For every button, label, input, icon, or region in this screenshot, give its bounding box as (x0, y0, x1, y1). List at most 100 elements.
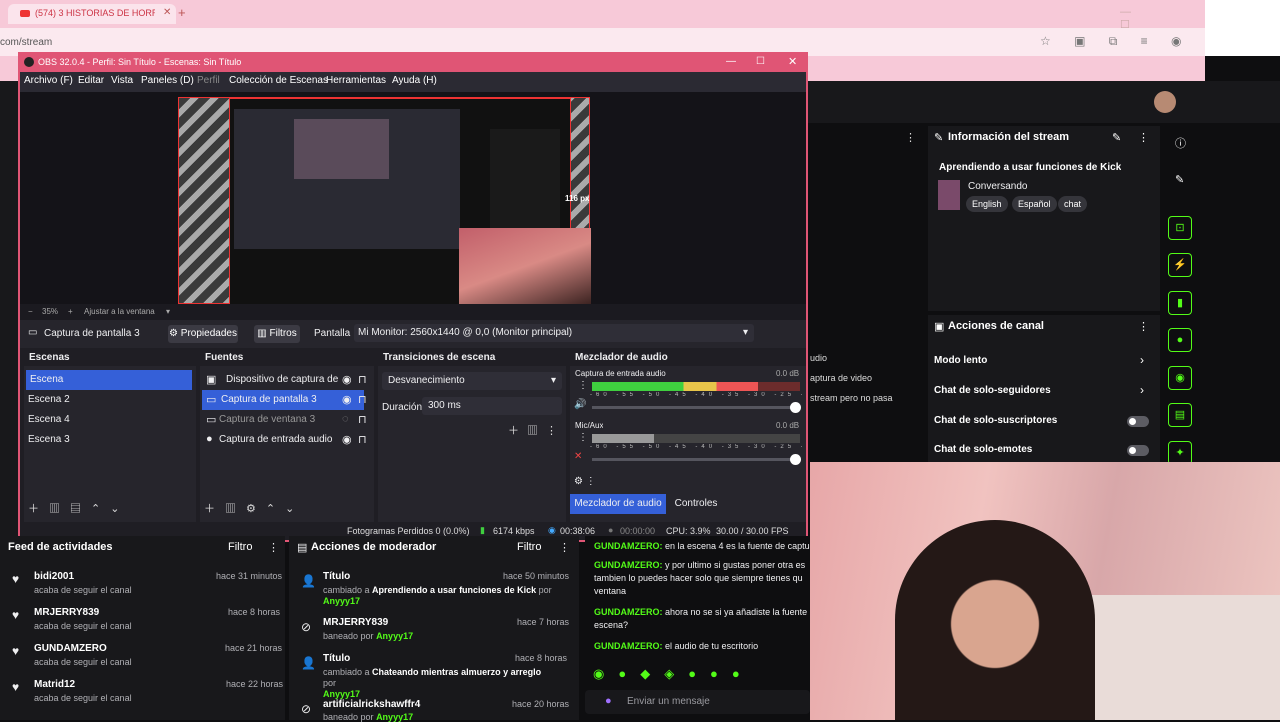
volume-slider[interactable] (592, 402, 801, 413)
chat-username[interactable]: GUNDAMZERO: (594, 541, 663, 551)
toggle-subscribers-only[interactable] (1127, 416, 1149, 427)
menu-coleccion[interactable]: Colección de Escenas (229, 75, 328, 86)
transition-controls[interactable]: ＋▥⋮ (508, 422, 565, 438)
menu-ayuda[interactable]: Ayuda (H) (392, 75, 437, 86)
scene-item[interactable]: Escena 2 (24, 390, 196, 410)
moderator-name[interactable]: Anyyy17 (323, 596, 360, 606)
menu-herramientas[interactable]: Herramientas (326, 75, 386, 86)
action-followers-only[interactable]: Chat de solo-seguidores (934, 385, 1051, 396)
source-controls[interactable]: ＋▥⚙⌃⌄ (204, 500, 304, 516)
feed-user[interactable]: bidi2001 (34, 571, 74, 582)
menu-editar[interactable]: Editar (78, 75, 104, 86)
chevron-right-icon[interactable]: › (1140, 383, 1144, 397)
moderator-name[interactable]: Anyyy17 (376, 631, 413, 641)
slider-knob[interactable] (790, 402, 801, 413)
action-emotes-only[interactable]: Chat de solo-emotes (934, 444, 1032, 455)
settings-button[interactable]: ▤ (1168, 403, 1192, 427)
source-item[interactable]: Dispositivo de captura de vídeo (200, 370, 340, 390)
slider-knob[interactable] (790, 454, 801, 465)
sidebar-action-button[interactable]: ⊡ (1168, 216, 1192, 240)
tab-controls[interactable]: Controles (666, 494, 726, 514)
close-tab-icon[interactable]: ✕ (163, 7, 171, 18)
eye-icon[interactable]: ◉ (342, 393, 352, 406)
scene-item[interactable]: Escena (26, 370, 192, 390)
preview-canvas[interactable] (178, 97, 591, 305)
feed-filter[interactable]: Filtro (228, 541, 252, 553)
edit-icon[interactable]: ✎ (1112, 131, 1121, 144)
menu-archivo[interactable]: Archivo (F) (24, 75, 73, 86)
eye-hidden-icon[interactable]: ◌ (342, 413, 349, 425)
info-icon[interactable]: ⓘ (1175, 135, 1186, 151)
feed-time: hace 22 horas (226, 679, 284, 689)
eye-icon[interactable]: ◉ (342, 373, 352, 386)
gear-icon[interactable]: ⚙ ⋮ (574, 476, 596, 487)
menu-paneles[interactable]: Paneles (D) (141, 75, 194, 86)
scene-item[interactable]: Escena 3 (24, 430, 196, 450)
chevron-down-icon[interactable]: ▾ (166, 307, 170, 316)
speaker-icon[interactable]: 🔊 (574, 399, 586, 410)
more-icon[interactable]: ⋮ (1138, 131, 1149, 144)
mic-icon[interactable]: ● (605, 695, 612, 707)
lock-icon[interactable]: ⊓ (358, 373, 367, 386)
feed-user[interactable]: MRJERRY839 (34, 607, 99, 618)
more-icon[interactable]: ⋮ (578, 380, 588, 391)
more-icon[interactable]: ⋮ (1138, 320, 1149, 333)
new-tab-button[interactable]: + (178, 5, 186, 20)
chat-panel: GUNDAMZERO: en la escena 4 es la fuente … (585, 536, 810, 720)
chat-username[interactable]: GUNDAMZERO: (594, 560, 663, 570)
scene-item[interactable]: Escena 4 (24, 410, 196, 430)
source-item-selected[interactable]: Captura de pantalla 3 (202, 390, 364, 410)
lock-icon[interactable]: ⊓ (358, 433, 367, 446)
zoom-in-icon[interactable]: + (68, 307, 73, 316)
menu-perfil[interactable]: Perfil (197, 75, 220, 86)
lock-icon[interactable]: ⊓ (358, 393, 367, 406)
more-icon[interactable]: ⋮ (268, 541, 279, 554)
moderator-name[interactable]: Anyyy17 (323, 689, 360, 699)
scenes-title: Escenas (24, 350, 196, 366)
minimize-button[interactable]: — (726, 56, 736, 67)
properties-button[interactable]: ⚙ Propiedades (168, 325, 238, 343)
more-icon[interactable]: ⋮ (905, 131, 916, 144)
pencil-icon[interactable]: ✎ (1175, 173, 1184, 186)
eye-icon[interactable]: ◉ (342, 433, 352, 446)
maximize-button[interactable]: ☐ (756, 56, 765, 67)
transition-select[interactable]: Desvanecimiento ▾ (382, 372, 562, 390)
url-text[interactable]: com/stream (0, 37, 52, 48)
close-button[interactable]: ✕ (788, 55, 797, 68)
tab-audio-mixer[interactable]: Mezclador de audio (570, 494, 666, 514)
scene-controls[interactable]: ＋▥▤⌃⌄ (28, 500, 129, 516)
feed-user[interactable]: GUNDAMZERO (34, 643, 107, 654)
menu-vista[interactable]: Vista (111, 75, 133, 86)
chat-username[interactable]: GUNDAMZERO: (594, 641, 663, 651)
browser-tab[interactable]: (574) 3 HISTORIAS DE HORROR ✕ (8, 4, 176, 24)
filters-button[interactable]: ▥ Filtros (254, 325, 300, 343)
mod-filter[interactable]: Filtro (517, 541, 541, 553)
avatar[interactable] (1154, 91, 1176, 113)
zoom-fit[interactable]: Ajustar a la ventana (84, 307, 155, 316)
feed-user[interactable]: Matrid12 (34, 679, 75, 690)
toggle-emotes-only[interactable] (1127, 445, 1149, 456)
more-icon[interactable]: ⋮ (578, 432, 588, 443)
obs-title: OBS 32.0.4 - Perfil: Sin Título - Escena… (38, 57, 242, 67)
clip-button[interactable]: ▮ (1168, 291, 1192, 315)
monitor-select[interactable]: Mi Monitor: 2560x1440 @ 0,0 (Monitor pri… (354, 324, 754, 342)
broadcast-button[interactable]: ◉ (1168, 366, 1192, 390)
camera-source[interactable] (459, 228, 591, 305)
volume-slider[interactable] (592, 454, 801, 465)
chevron-right-icon[interactable]: › (1140, 353, 1144, 367)
duration-input[interactable]: 300 ms (422, 397, 562, 415)
more-icon[interactable]: ⋮ (559, 541, 570, 554)
speaker-muted-icon[interactable]: ✕ (574, 451, 582, 462)
lightning-button[interactable]: ⚡ (1168, 253, 1192, 277)
zoom-out-icon[interactable]: − (28, 307, 33, 316)
chat-button[interactable]: ● (1168, 328, 1192, 352)
emote-row[interactable]: ◉●◆◈●●● (593, 666, 754, 682)
chat-input[interactable]: ● Enviar un mensaje (585, 690, 810, 714)
toolbar-icons[interactable]: ☆ ▣ ⧉ ≡ ◉ ⋮ (1040, 34, 1227, 49)
moderator-name[interactable]: Anyyy17 (376, 712, 413, 722)
obs-preview[interactable]: 116 px (20, 92, 806, 305)
lock-icon[interactable]: ⊓ (358, 413, 367, 426)
action-subscribers-only[interactable]: Chat de solo-suscriptores (934, 415, 1057, 426)
action-slow-mode[interactable]: Modo lento (934, 355, 987, 366)
chat-username[interactable]: GUNDAMZERO: (594, 607, 663, 617)
